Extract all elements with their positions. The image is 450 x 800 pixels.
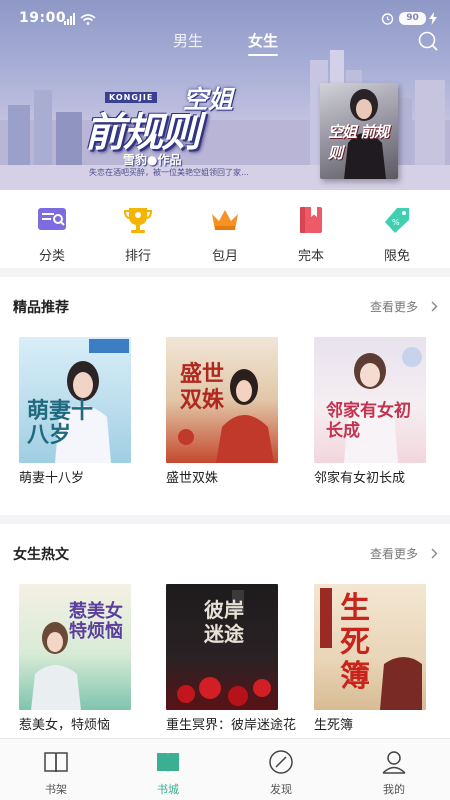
signal-wifi-icon [64, 13, 96, 25]
tab-female[interactable]: 女生 [248, 30, 279, 56]
book-cover: 生死簿 [314, 584, 426, 710]
book-title: 惹美女，特烦恼 [19, 718, 111, 733]
book-cover-title: 生死簿 [340, 591, 370, 694]
hero-banner[interactable]: 19:00 90 男生 女生 空姐 KONGJIE 前规则 雪豹●作品 失恋在酒… [0, 0, 450, 190]
book-cover: 彼岸迷途 [166, 584, 278, 710]
section-title: 精品推荐 [13, 300, 69, 316]
category-ranking[interactable]: 排行 [108, 204, 168, 264]
nav-bookshelf[interactable]: 书架 [21, 739, 91, 800]
banner-description: 失恋在酒吧买醉，被一位美艳空姐领回了家… [89, 168, 249, 177]
tab-male[interactable]: 男生 [173, 30, 203, 51]
tag-icon: % [385, 208, 409, 233]
battery-indicator: 90 [399, 12, 426, 25]
nav-label: 书架 [45, 783, 67, 796]
section-header-hot: 女生热文 查看更多 [0, 542, 450, 566]
alarm-icon [381, 13, 394, 25]
book-cover-title: 邻家有女初长成 [326, 401, 411, 441]
nav-label: 书城 [157, 783, 179, 796]
view-more-link[interactable]: 查看更多 [370, 545, 418, 562]
book-title: 生死簿 [314, 718, 354, 733]
category-icon [38, 208, 66, 230]
banner-author: 雪豹●作品 [123, 153, 182, 167]
chevron-right-icon[interactable] [430, 548, 438, 559]
category-label: 分类 [38, 249, 65, 264]
svg-text:%: % [392, 218, 400, 227]
book-cover-title: 彼岸迷途 [204, 598, 244, 646]
banner-book-cover[interactable]: 空姐 前规则 [320, 83, 398, 179]
category-label: 限免 [383, 249, 410, 264]
category-free[interactable]: % 限免 [367, 204, 427, 264]
status-time: 19:00 [19, 10, 67, 26]
banner-title-main: 前规则 [85, 109, 201, 156]
category-classify[interactable]: 分类 [22, 204, 82, 264]
book-cover: 邻家有女初长成 [314, 337, 426, 463]
view-more-link[interactable]: 查看更多 [370, 298, 418, 315]
book-cover: 惹美女特烦恼 [19, 584, 131, 710]
bookstore-icon [157, 753, 179, 772]
book-cover: 盛世双姝 [166, 337, 278, 463]
category-label: 排行 [124, 249, 151, 264]
banner-title-art: 空姐 KONGJIE 前规则 雪豹●作品 失恋在酒吧买醉，被一位美艳空姐领回了家… [85, 80, 300, 180]
book-cover-title: 萌妻十八岁 [27, 398, 94, 448]
book-cover: 萌妻十八岁 [19, 337, 131, 463]
divider [0, 268, 450, 277]
book-cover-title: 惹美女特烦恼 [69, 601, 123, 642]
nav-label: 我的 [383, 783, 405, 796]
category-bar: 分类 排行 包月 完本 % 限免 [0, 190, 450, 268]
compass-icon [269, 750, 293, 774]
section-header-featured: 精品推荐 查看更多 [0, 295, 450, 319]
category-monthly[interactable]: 包月 [195, 204, 255, 264]
section-title: 女生热文 [13, 547, 69, 563]
search-icon[interactable] [417, 30, 439, 52]
category-label: 完本 [297, 249, 324, 264]
banner-cover-title: 空姐 前规则 [328, 123, 389, 162]
bottom-navigation: 书架 书城 发现 我的 [0, 738, 450, 800]
book-title: 邻家有女初长成 [314, 471, 406, 486]
book-title: 萌妻十八岁 [19, 471, 85, 486]
book-icon [300, 207, 322, 233]
category-label: 包月 [211, 249, 238, 264]
book-title: 盛世双姝 [166, 471, 219, 486]
bookshelf-icon [44, 752, 68, 773]
charging-bolt-icon [429, 12, 437, 25]
chevron-right-icon[interactable] [430, 301, 438, 312]
divider [0, 515, 450, 524]
crown-icon [212, 210, 238, 230]
nav-discover[interactable]: 发现 [246, 739, 316, 800]
book-cover-title: 盛世双姝 [180, 361, 225, 413]
trophy-icon [123, 208, 153, 233]
nav-profile[interactable]: 我的 [359, 739, 429, 800]
gender-tabs: 男生 女生 [0, 28, 450, 58]
nav-bookstore[interactable]: 书城 [133, 739, 203, 800]
nav-label: 发现 [270, 783, 292, 796]
profile-icon [382, 751, 406, 774]
category-finished[interactable]: 完本 [281, 204, 341, 264]
book-title: 重生冥界：彼岸迷途花 [166, 718, 297, 733]
